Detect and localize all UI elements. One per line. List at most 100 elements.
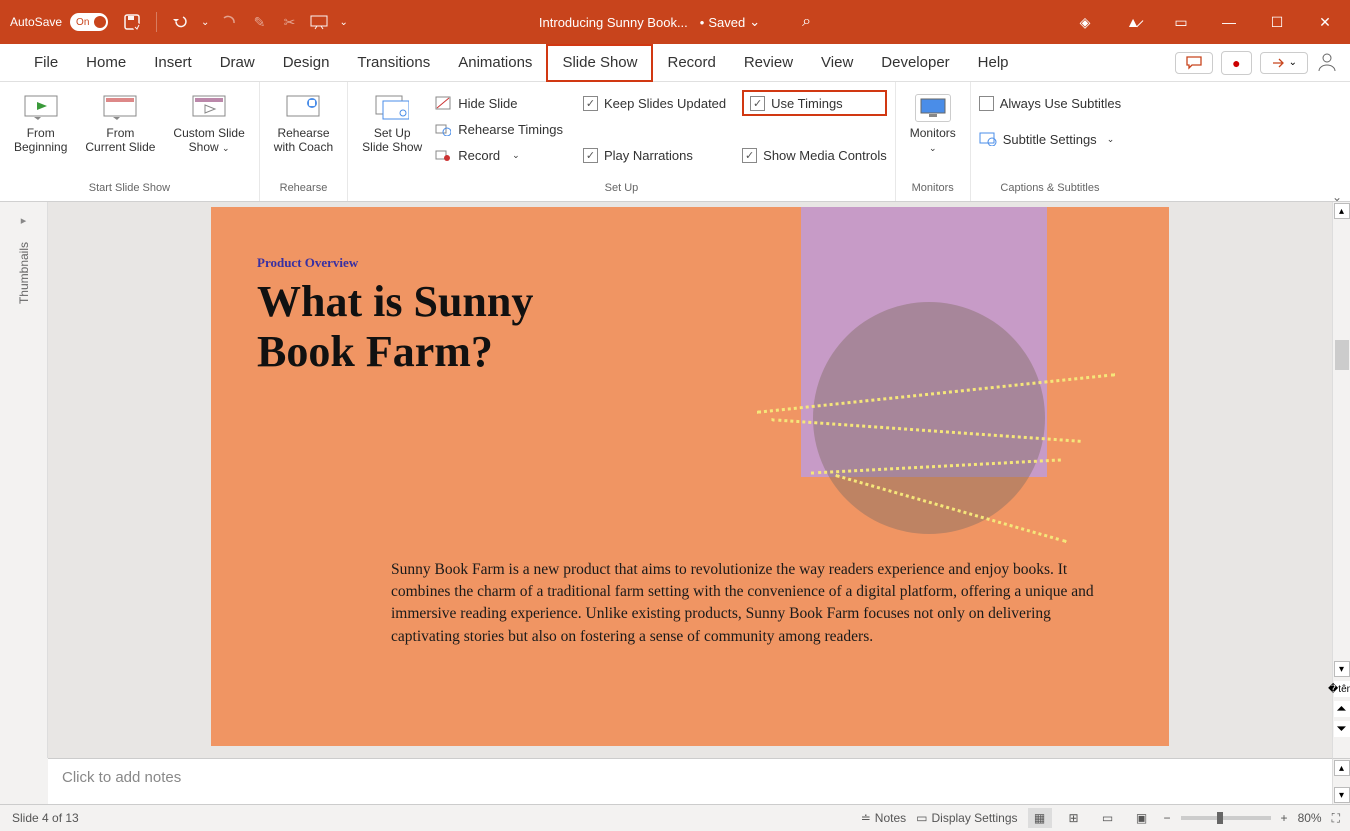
from-beginning-icon bbox=[23, 94, 59, 122]
notes-scrollbar[interactable]: ▴ ▾ bbox=[1332, 758, 1350, 804]
status-right: ≐ Notes ▭Display Settings ▦ ⊞ ▭ ▣ − + 80%… bbox=[861, 808, 1340, 828]
from-beginning-label: From Beginning bbox=[14, 126, 67, 155]
tab-transitions[interactable]: Transitions bbox=[343, 44, 444, 82]
tab-developer[interactable]: Developer bbox=[867, 44, 963, 82]
tabs-right: ● ⌄ bbox=[1175, 51, 1340, 75]
display-icon: ▭ bbox=[916, 811, 927, 825]
use-timings-checkbox[interactable]: Use Timings bbox=[742, 90, 887, 116]
next-slide-icon[interactable]: ⏷ bbox=[1334, 721, 1350, 737]
monitors-label: Monitors⌄ bbox=[910, 126, 956, 155]
user-avatar-icon[interactable] bbox=[1316, 51, 1340, 75]
quick-access-toolbar: ⌄ ✎ ✂ ⌄ bbox=[122, 12, 348, 32]
search-icon[interactable]: ⌕ bbox=[802, 13, 811, 31]
scroll-down-icon[interactable]: ▾ bbox=[1334, 661, 1350, 677]
tab-help[interactable]: Help bbox=[964, 44, 1023, 82]
notes-toggle-label: Notes bbox=[875, 811, 906, 825]
group-captions-label: Captions & Subtitles bbox=[1000, 182, 1099, 194]
setup-slideshow-label: Set Up Slide Show bbox=[362, 126, 422, 155]
hide-slide-icon bbox=[434, 94, 452, 112]
slide[interactable]: Product Overview What is Sunny Book Farm… bbox=[211, 207, 1169, 746]
notes-scroll-down-icon[interactable]: ▾ bbox=[1334, 787, 1350, 803]
expand-thumbnails-icon[interactable]: ▸ bbox=[21, 214, 27, 227]
share-button[interactable]: ⌄ bbox=[1260, 52, 1308, 74]
tab-file[interactable]: File bbox=[20, 44, 72, 82]
play-narrations-label: Play Narrations bbox=[604, 148, 693, 163]
scroll-up-icon[interactable]: ▴ bbox=[1334, 203, 1350, 219]
undo-icon[interactable] bbox=[171, 12, 191, 32]
rehearse-coach-button[interactable]: Rehearse with Coach bbox=[268, 90, 339, 159]
record-indicator-button[interactable]: ● bbox=[1221, 51, 1251, 75]
subtitle-settings-label: Subtitle Settings bbox=[1003, 132, 1097, 147]
save-status-dropdown[interactable]: •Saved⌄ bbox=[700, 14, 760, 30]
close-button[interactable]: ✕ bbox=[1310, 7, 1340, 37]
thumbnails-label: Thumbnails bbox=[17, 242, 31, 304]
qat-more-icon[interactable]: ⌄ bbox=[339, 17, 347, 28]
tab-record[interactable]: Record bbox=[653, 44, 729, 82]
tab-design[interactable]: Design bbox=[269, 44, 344, 82]
comments-button[interactable] bbox=[1175, 52, 1213, 74]
tab-slideshow[interactable]: Slide Show bbox=[546, 44, 653, 82]
diamond-icon[interactable]: ◈ bbox=[1070, 7, 1100, 37]
maximize-button[interactable]: ☐ bbox=[1262, 7, 1292, 37]
slideshow-view-icon[interactable]: ▣ bbox=[1130, 808, 1154, 828]
title-center: Introducing Sunny Book... •Saved⌄ ⌕ bbox=[539, 13, 811, 31]
sorter-view-icon[interactable]: ⊞ bbox=[1062, 808, 1086, 828]
keep-updated-checkbox[interactable]: Keep Slides Updated bbox=[583, 90, 726, 116]
ribbon: From Beginning From Current Slide Custom… bbox=[0, 82, 1350, 202]
play-narrations-checkbox[interactable]: Play Narrations bbox=[583, 142, 726, 168]
normal-view-icon[interactable]: ▦ bbox=[1028, 808, 1052, 828]
rehearse-timings-button[interactable]: Rehearse Timings bbox=[434, 116, 563, 142]
vertical-scrollbar[interactable]: ▴ ▾ �têm ⏶ ⏷ bbox=[1332, 202, 1350, 758]
from-current-label: From Current Slide bbox=[85, 126, 155, 155]
zoom-out-button[interactable]: − bbox=[1164, 811, 1171, 825]
tab-draw[interactable]: Draw bbox=[206, 44, 269, 82]
present-icon[interactable] bbox=[309, 12, 329, 32]
custom-show-button[interactable]: Custom Slide Show ⌄ bbox=[167, 90, 250, 159]
notes-pane[interactable]: Click to add notes bbox=[48, 758, 1332, 804]
tab-animations[interactable]: Animations bbox=[444, 44, 546, 82]
hide-slide-button[interactable]: Hide Slide bbox=[434, 90, 563, 116]
autosave-toggle[interactable]: On bbox=[70, 13, 108, 31]
scroll-thumb[interactable] bbox=[1335, 340, 1349, 370]
redo-icon[interactable] bbox=[219, 12, 239, 32]
minimize-button[interactable]: — bbox=[1214, 7, 1244, 37]
slide-counter: Slide 4 of 13 bbox=[12, 811, 79, 825]
zoom-handle[interactable] bbox=[1217, 812, 1223, 824]
subtitle-settings-button[interactable]: Subtitle Settings⌄ bbox=[979, 126, 1121, 152]
autosave-group: AutoSave On bbox=[10, 13, 108, 31]
zoom-percent[interactable]: 80% bbox=[1298, 811, 1322, 825]
document-title: Introducing Sunny Book... bbox=[539, 15, 688, 30]
from-current-button[interactable]: From Current Slide bbox=[79, 90, 161, 159]
record-label: Record bbox=[458, 148, 500, 163]
tab-insert[interactable]: Insert bbox=[140, 44, 206, 82]
show-media-controls-checkbox[interactable]: Show Media Controls bbox=[742, 142, 887, 168]
qat-tool2-icon[interactable]: ✂ bbox=[279, 12, 299, 32]
tab-home[interactable]: Home bbox=[72, 44, 140, 82]
record-button[interactable]: Record⌄ bbox=[434, 142, 563, 168]
notes-icon: ≐ bbox=[861, 811, 871, 825]
qat-tool1-icon[interactable]: ✎ bbox=[249, 12, 269, 32]
always-subtitles-checkbox[interactable]: Always Use Subtitles bbox=[979, 90, 1121, 116]
zoom-slider[interactable] bbox=[1181, 816, 1271, 820]
reading-view-icon[interactable]: ▭ bbox=[1096, 808, 1120, 828]
thumbnails-rail[interactable]: ▸ Thumbnails bbox=[0, 202, 48, 758]
notes-scroll-up-icon[interactable]: ▴ bbox=[1334, 760, 1350, 776]
notes-toggle-button[interactable]: ≐ Notes bbox=[861, 811, 906, 825]
prev-slide-icon[interactable]: ⏶ bbox=[1334, 701, 1350, 717]
check-icon bbox=[742, 148, 757, 163]
monitors-button[interactable]: Monitors⌄ bbox=[904, 90, 962, 159]
group-monitors-label: Monitors bbox=[912, 182, 954, 194]
setup-slideshow-button[interactable]: Set Up Slide Show bbox=[356, 90, 428, 159]
brush-icon[interactable]: ▲̷ bbox=[1118, 7, 1148, 37]
tab-review[interactable]: Review bbox=[730, 44, 807, 82]
zoom-in-button[interactable]: + bbox=[1281, 811, 1288, 825]
save-icon[interactable] bbox=[122, 12, 142, 32]
display-settings-button[interactable]: ▭Display Settings bbox=[916, 811, 1017, 825]
prev-slide-icon[interactable]: �têm bbox=[1334, 681, 1350, 697]
undo-dropdown-icon[interactable]: ⌄ bbox=[201, 17, 209, 28]
tab-view[interactable]: View bbox=[807, 44, 867, 82]
notes-placeholder: Click to add notes bbox=[62, 769, 181, 786]
fit-to-window-icon[interactable]: ⛶ bbox=[1332, 811, 1340, 826]
ribbon-display-icon[interactable]: ▭ bbox=[1166, 7, 1196, 37]
from-beginning-button[interactable]: From Beginning bbox=[8, 90, 73, 159]
